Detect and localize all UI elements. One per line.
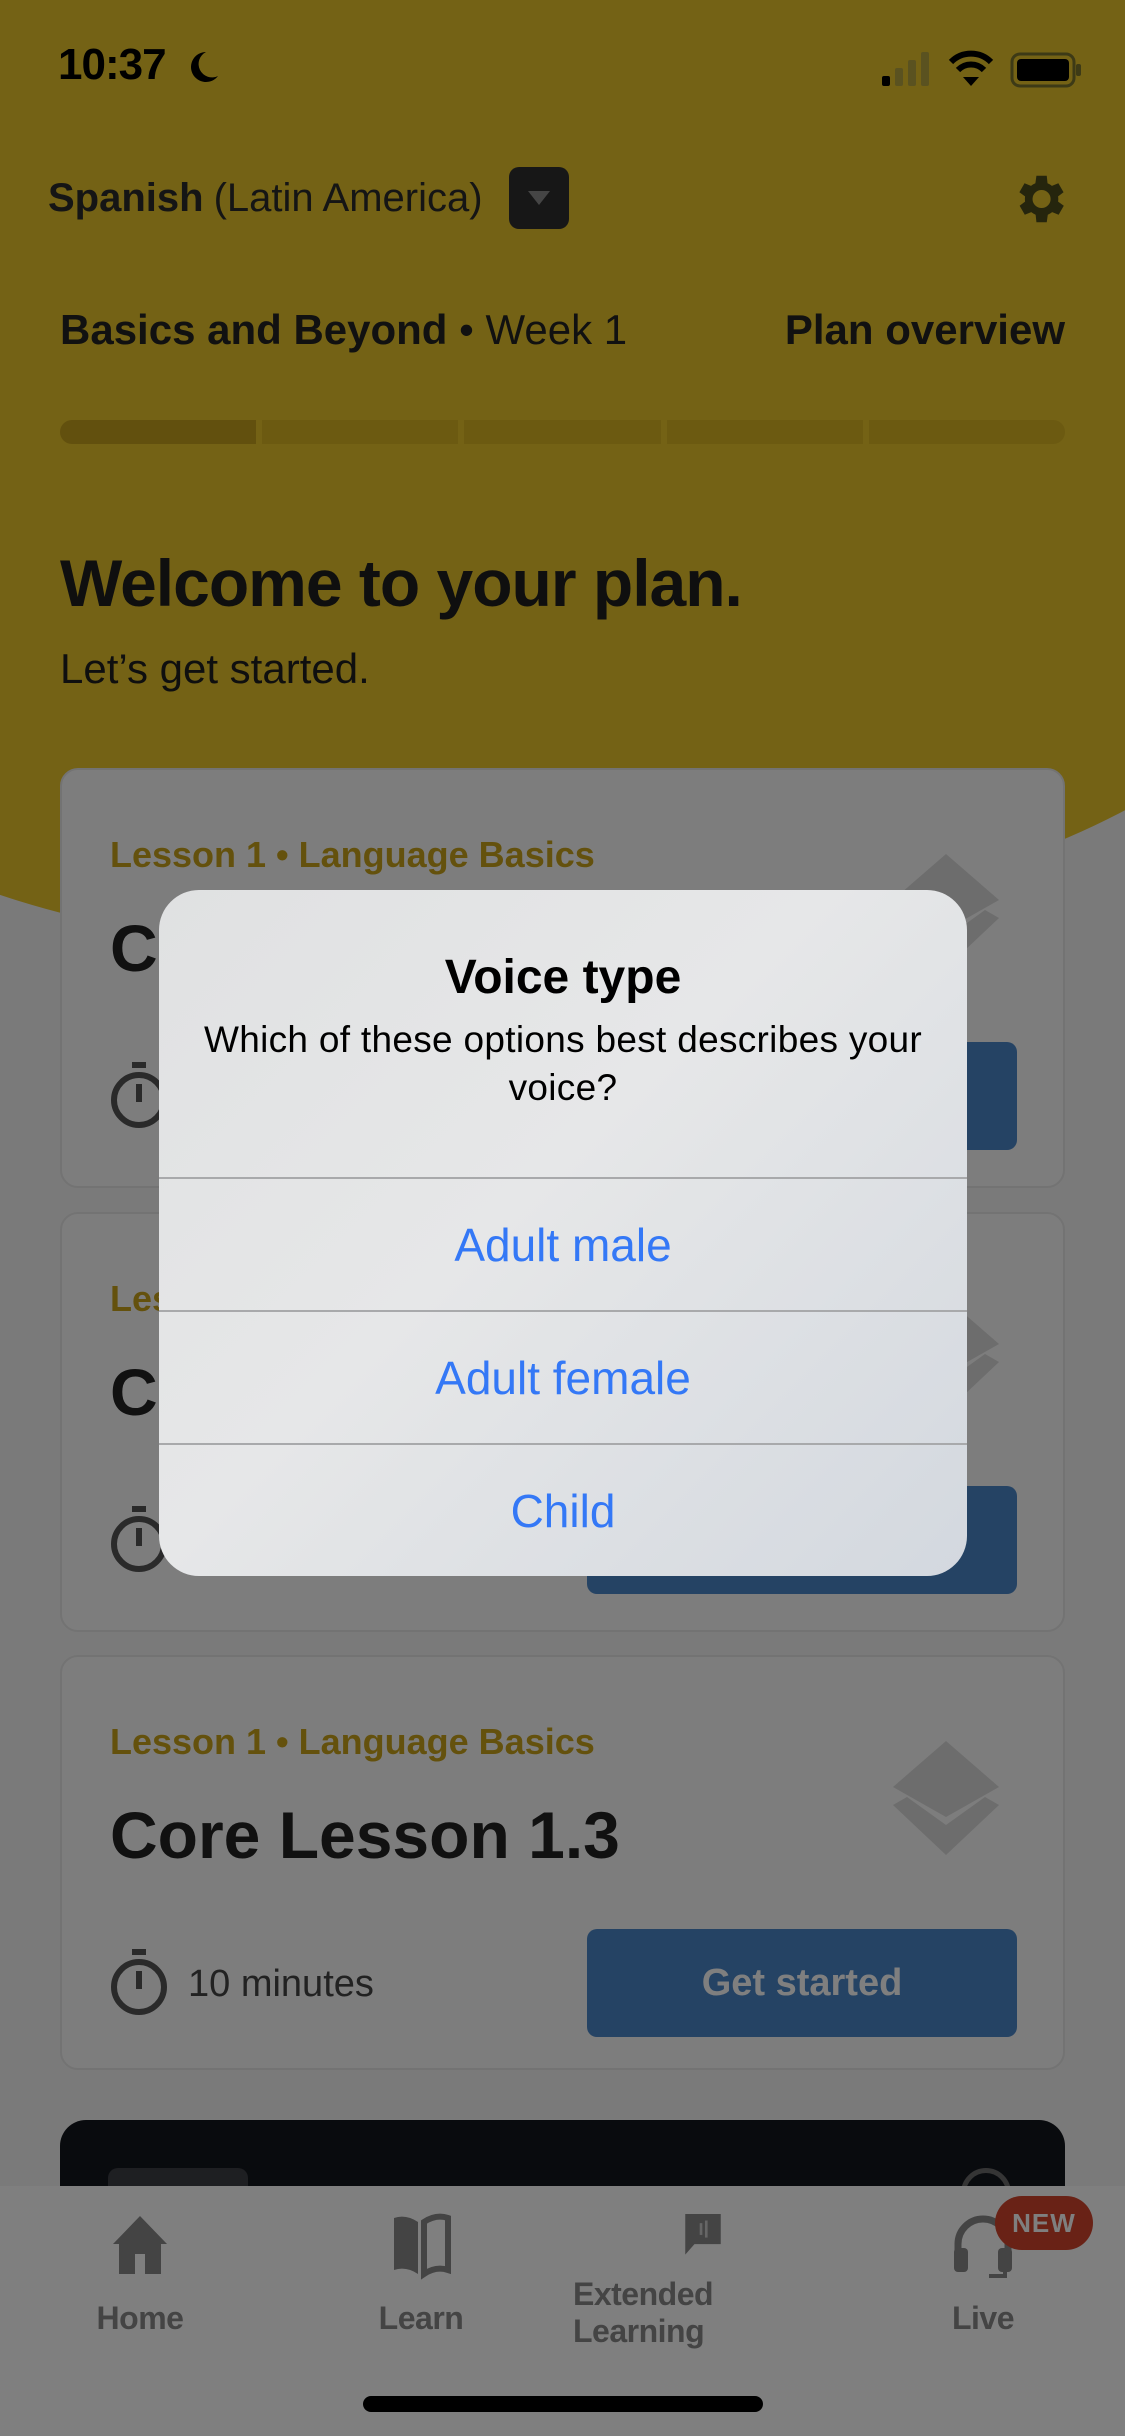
voice-type-dialog: Voice type Which of these options best d… bbox=[159, 890, 967, 1576]
option-adult-female-button[interactable]: Adult female bbox=[159, 1310, 967, 1443]
dialog-message: Which of these options best describes yo… bbox=[203, 1019, 923, 1108]
option-adult-male-button[interactable]: Adult male bbox=[159, 1177, 967, 1310]
option-child-button[interactable]: Child bbox=[159, 1443, 967, 1576]
dialog-title: Voice type bbox=[444, 951, 682, 1004]
